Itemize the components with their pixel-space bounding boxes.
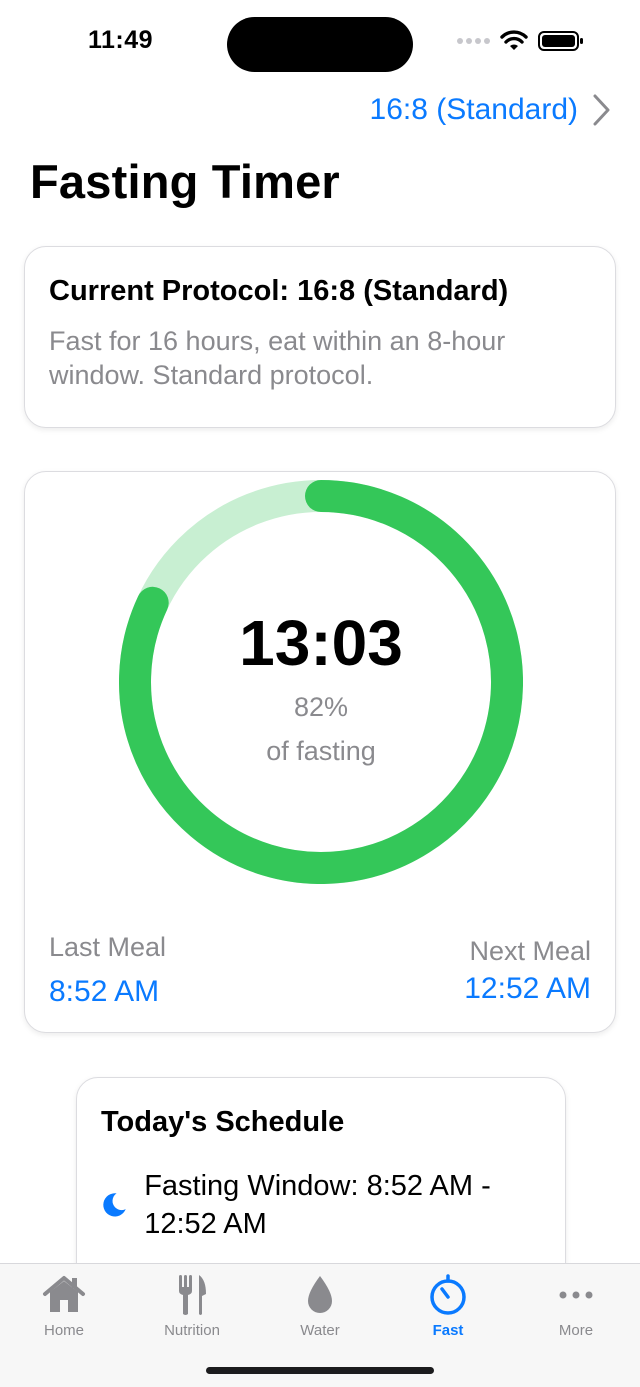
progress-percent: 82% [293, 692, 349, 722]
moon-icon [103, 1193, 126, 1217]
fasting-timer-card: 13:03 82% of fasting Last Meal 8:52 AM N… [24, 471, 616, 1033]
last-meal-label: Last Meal [49, 932, 167, 962]
tab-home-label: Home [43, 1322, 84, 1339]
tab-nutrition[interactable]: Nutrition [128, 1272, 256, 1339]
house-icon [43, 1276, 85, 1312]
current-protocol-card: Current Protocol: 16:8 (Standard) Fast f… [24, 246, 616, 428]
fork-knife-icon [179, 1275, 206, 1315]
elapsed-time: 13:03 [239, 607, 403, 679]
schedule-item-fasting-window: Fasting Window: 8:52 AM - 12:52 AM [100, 1167, 540, 1243]
tab-nutrition-label: Nutrition [164, 1322, 220, 1339]
next-meal-time[interactable]: 12:52 AM [464, 972, 591, 1006]
timer-readout: 13:03 82% of fasting [119, 480, 523, 884]
current-protocol-heading: Current Protocol: 16:8 (Standard) [49, 275, 509, 307]
current-protocol-description: Fast for 16 hours, eat within an 8-hour … [49, 326, 506, 390]
battery-icon [538, 31, 583, 51]
tab-more[interactable]: More [512, 1272, 640, 1339]
status-icons [457, 30, 584, 52]
dynamic-island [227, 17, 413, 72]
tab-water-label: Water [300, 1322, 340, 1339]
tab-water[interactable]: Water [256, 1272, 384, 1339]
timer-icon [430, 1274, 466, 1315]
next-meal-label: Next Meal [469, 936, 591, 966]
wifi-icon [500, 30, 528, 50]
schedule-heading: Today's Schedule [101, 1106, 345, 1138]
chevron-right-icon [593, 94, 610, 126]
tab-fast[interactable]: Fast [384, 1272, 512, 1339]
page-title: Fasting Timer [30, 155, 340, 208]
progress-caption: of fasting [266, 736, 376, 766]
schedule-item-text: Fasting Window: 8:52 AM - 12:52 AM [144, 1170, 491, 1240]
screen: 11:49 16:8 (Standard) Fasting Timer Curr… [0, 0, 640, 1387]
status-time: 11:49 [88, 26, 154, 54]
tab-home[interactable]: Home [0, 1272, 128, 1339]
home-indicator [206, 1367, 434, 1374]
tab-fast-label: Fast [432, 1322, 464, 1339]
last-meal-time[interactable]: 8:52 AM [49, 975, 159, 1009]
protocol-link-label: 16:8 (Standard) [369, 93, 578, 126]
cellular-signal-icon [457, 38, 490, 44]
protocol-selector-link[interactable]: 16:8 (Standard) [370, 93, 610, 127]
water-drop-icon [308, 1276, 332, 1313]
ellipsis-icon [559, 1291, 593, 1299]
tab-more-label: More [558, 1322, 594, 1339]
